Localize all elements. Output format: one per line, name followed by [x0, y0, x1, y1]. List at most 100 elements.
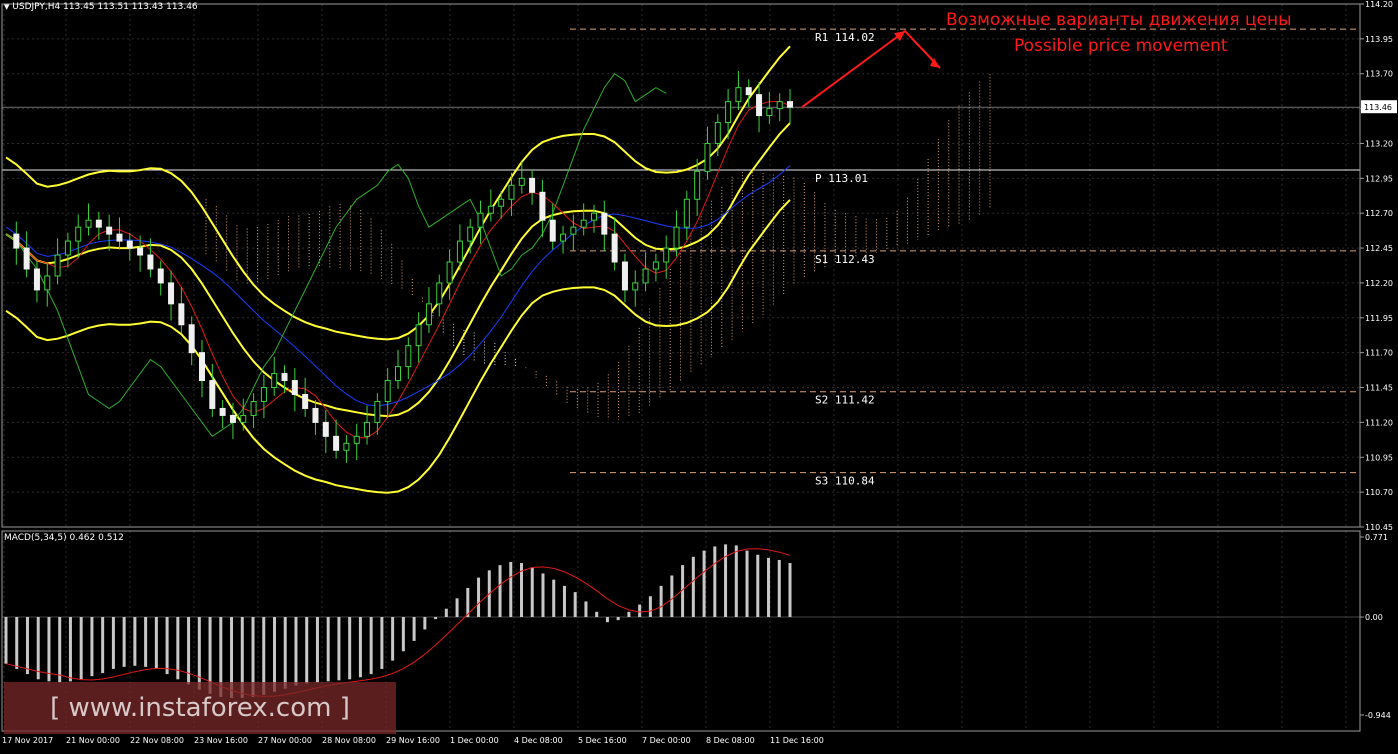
candle-body [147, 254, 154, 270]
candle-body [199, 352, 205, 382]
candle-body [13, 233, 20, 249]
macd-bar [122, 617, 126, 667]
y-tick-label: 113.70 [1365, 70, 1393, 79]
x-tick-label: 17 Nov 2017 [2, 736, 53, 745]
annotation-russian: Возможные варианты движения цены [946, 10, 1292, 30]
y-tick-label: 111.20 [1365, 418, 1393, 427]
candle-body [137, 247, 144, 256]
candle-body [456, 240, 463, 263]
macd-title: MACD(5,34,5) 0.462 0.512 [4, 533, 124, 543]
y-tick-label: 112.70 [1365, 209, 1393, 218]
macd-bar [605, 617, 609, 623]
candle-body [756, 94, 763, 117]
macd-bar [702, 550, 706, 618]
candle-body [467, 226, 474, 242]
candle-body [529, 177, 536, 193]
candle-body [580, 219, 587, 228]
candle-body [632, 282, 639, 291]
pivot-label-s3: S3 110.84 [815, 475, 875, 488]
macd-bar [745, 550, 749, 618]
bollinger-upper [5, 45, 791, 341]
x-tick-label: 29 Nov 16:00 [386, 736, 440, 745]
macd-y-tick-label: 0.00 [1365, 613, 1383, 622]
candle-body [64, 240, 71, 256]
candle-body [673, 226, 680, 249]
candle-body [106, 226, 113, 235]
candle-body [157, 268, 164, 284]
macd-bar [337, 617, 341, 681]
y-tick-label: 113.95 [1365, 35, 1393, 44]
candle-body [498, 198, 505, 207]
macd-bar [305, 617, 309, 684]
candle-body [219, 407, 226, 416]
macd-bar [616, 617, 620, 621]
candle-body [168, 282, 175, 305]
candle-body [188, 324, 195, 354]
macd-y-tick-label: -0.944 [1365, 711, 1391, 720]
candle-body [776, 101, 783, 110]
y-tick-label: 111.95 [1365, 314, 1393, 323]
candle-body [353, 435, 360, 444]
collapse-icon[interactable]: ▼ [4, 3, 9, 11]
candle-body [446, 261, 453, 284]
candle-body [343, 442, 350, 451]
candle-body [116, 233, 123, 242]
macd-bar [15, 617, 19, 669]
candle-body [425, 303, 432, 326]
macd-bar [283, 617, 287, 689]
candle-body [745, 87, 752, 96]
macd-bar [595, 611, 599, 618]
candle-body [54, 254, 61, 277]
candle-body [395, 366, 401, 382]
macd-bar [79, 617, 83, 680]
candle-body [735, 87, 742, 103]
x-tick-label: 28 Nov 08:00 [322, 736, 376, 745]
macd-bar [659, 585, 663, 618]
macd-bar [552, 579, 556, 618]
candle-body [694, 170, 701, 200]
candle-body [560, 233, 567, 242]
candle-body [477, 212, 484, 228]
macd-bar [724, 544, 728, 618]
x-tick-label: 1 Dec 00:00 [450, 736, 499, 745]
chart-canvas: R1 114.02 P 113.01 S1 112.43 S2 111.42 S3 11… [1, 0, 1397, 745]
candle-body [333, 435, 340, 451]
candle-body [85, 219, 92, 228]
macd-bar [412, 617, 416, 641]
candle-body [229, 414, 236, 423]
candle-body [436, 282, 443, 305]
candle-body [766, 108, 773, 117]
macd-bar [369, 617, 373, 675]
candle-body [75, 226, 82, 242]
candle-body [508, 184, 515, 200]
candle-body [384, 380, 391, 402]
macd-bar [197, 617, 201, 690]
y-tick-label: 112.20 [1365, 279, 1393, 288]
macd-bar [498, 565, 502, 618]
candle-body [271, 373, 278, 389]
macd-bar [391, 617, 395, 661]
candle-body [364, 421, 371, 437]
macd-bar [756, 554, 760, 618]
indicator-lines [5, 45, 791, 494]
macd-bar [294, 617, 298, 686]
candle-body [240, 414, 247, 423]
candle-body [312, 407, 319, 423]
current-price-label: 113.46 [1364, 103, 1392, 112]
macd-bar [477, 577, 481, 618]
macd-histogram [2, 544, 1360, 698]
candle-body [33, 268, 40, 291]
candlesticks [13, 70, 793, 463]
candle-body [539, 191, 546, 221]
watermark: [ www.instaforex.com ] [4, 682, 396, 734]
candle-body [44, 275, 51, 291]
pivot-label-s1: S1 112.43 [815, 253, 875, 266]
macd-bar [315, 617, 319, 683]
macd-bar [767, 557, 771, 618]
candle-body [591, 212, 597, 221]
macd-bar [326, 617, 330, 682]
macd-bar [272, 617, 276, 692]
candle-body [549, 219, 556, 242]
macd-bar [187, 617, 191, 685]
candle-body [281, 373, 288, 382]
